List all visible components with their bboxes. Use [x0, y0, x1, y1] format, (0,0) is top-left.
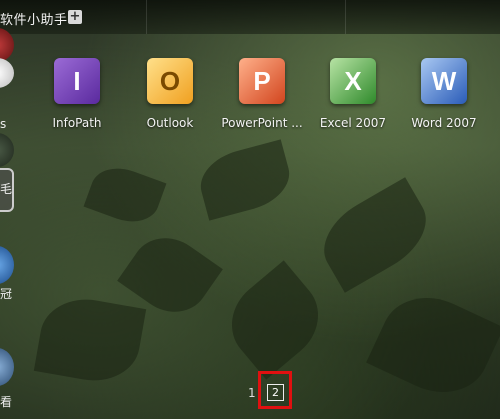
dock-icon[interactable] [0, 133, 14, 167]
dock-label: s [0, 117, 7, 131]
app-label: Excel 2007 [319, 116, 387, 130]
divider [146, 0, 147, 34]
top-bar: 软件小助手 + [0, 0, 500, 34]
dock-label: 毛 [0, 182, 13, 196]
dock-icon[interactable] [0, 246, 14, 284]
leaf-decoration [366, 280, 500, 410]
leaf-decoration [193, 139, 297, 221]
excel-icon: X [330, 58, 376, 104]
app-powerpoint[interactable]: P PowerPoint ... [216, 58, 308, 130]
powerpoint-icon: P [239, 58, 285, 104]
infopath-icon: I [54, 58, 100, 104]
app-outlook[interactable]: O Outlook [124, 58, 216, 130]
app-label: Outlook [146, 116, 194, 130]
app-label: PowerPoint ... [221, 116, 303, 130]
leaf-decoration [309, 177, 441, 293]
app-title: 软件小助手 [0, 13, 68, 28]
app-excel[interactable]: X Excel 2007 [307, 58, 399, 130]
app-word[interactable]: W Word 2007 [398, 58, 490, 130]
add-button[interactable]: + [68, 10, 82, 24]
divider [345, 0, 346, 34]
leaf-decoration [214, 260, 336, 380]
dock-icon[interactable] [0, 348, 14, 386]
app-label: InfoPath [52, 116, 102, 130]
app-infopath[interactable]: I InfoPath [31, 58, 123, 130]
page-1-button[interactable]: 1 [248, 386, 256, 400]
leaf-decoration [33, 291, 147, 389]
dock-label: 冠 [0, 287, 13, 301]
word-icon: W [421, 58, 467, 104]
outlook-icon: O [147, 58, 193, 104]
leaf-decoration [83, 159, 167, 231]
dock-icon[interactable] [0, 58, 14, 88]
highlight-box [258, 371, 292, 409]
dock-label: 看 [0, 395, 13, 409]
app-label: Word 2007 [411, 116, 477, 130]
